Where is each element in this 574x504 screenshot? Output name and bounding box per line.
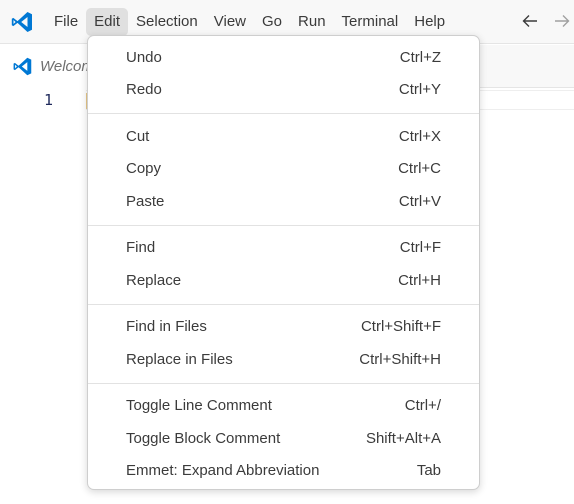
menu-item-find[interactable]: Find Ctrl+F [88, 232, 479, 265]
menu-item-copy[interactable]: Copy Ctrl+C [88, 153, 479, 186]
menu-item-label: Cut [126, 127, 150, 145]
menu-separator [88, 113, 479, 114]
vscode-logo-icon[interactable] [10, 10, 34, 34]
menu-item-shortcut: Ctrl+Shift+H [359, 350, 441, 368]
arrow-left-icon[interactable] [520, 11, 540, 31]
menu-item-label: Toggle Block Comment [126, 429, 281, 447]
arrow-right-icon[interactable] [552, 11, 572, 31]
menu-go[interactable]: Go [254, 8, 290, 36]
menu-help[interactable]: Help [406, 8, 453, 36]
menu-item-emmet-expand-abbreviation[interactable]: Emmet: Expand Abbreviation Tab [88, 455, 479, 488]
edit-menu-dropdown: Undo Ctrl+Z Redo Ctrl+Y Cut Ctrl+X Copy … [87, 35, 480, 490]
menu-item-label: Replace in Files [126, 350, 233, 368]
menu-separator [88, 303, 479, 305]
menu-item-find-in-files[interactable]: Find in Files Ctrl+Shift+F [88, 311, 479, 344]
menu-item-shortcut: Ctrl+Z [399, 48, 441, 66]
menu-item-label: Redo [126, 81, 162, 99]
menu-bar: File Edit Selection View Go Run Terminal… [46, 8, 453, 36]
menu-item-shortcut: Shift+Alt+A [365, 429, 441, 447]
menu-item-label: Emmet: Expand Abbreviation [126, 462, 320, 480]
menu-view[interactable]: View [206, 8, 254, 36]
menu-item-replace-in-files[interactable]: Replace in Files Ctrl+Shift+H [88, 343, 479, 376]
menu-item-shortcut: Ctrl+V [398, 192, 441, 210]
menu-item-shortcut: Ctrl+Shift+F [360, 318, 441, 336]
menu-item-replace[interactable]: Replace Ctrl+H [88, 264, 479, 297]
menu-item-cut[interactable]: Cut Ctrl+X [88, 120, 479, 153]
menu-item-label: Find in Files [126, 318, 207, 336]
menu-item-shortcut: Ctrl+C [398, 160, 441, 178]
menu-item-shortcut: Ctrl+H [398, 271, 441, 289]
menu-terminal[interactable]: Terminal [334, 8, 407, 36]
menu-file[interactable]: File [46, 8, 86, 36]
menu-edit[interactable]: Edit [86, 8, 129, 36]
menu-item-label: Undo [126, 48, 162, 66]
menu-item-shortcut: Ctrl+/ [404, 397, 441, 415]
menu-item-shortcut: Ctrl+X [398, 127, 441, 145]
menu-selection[interactable]: Selection [128, 8, 206, 36]
menu-item-undo[interactable]: Undo Ctrl+Z [88, 41, 479, 74]
menu-item-label: Toggle Line Comment [126, 397, 272, 415]
vscode-logo-icon [13, 57, 32, 76]
menu-item-label: Paste [126, 192, 165, 210]
menu-item-redo[interactable]: Redo Ctrl+Y [88, 74, 479, 107]
menu-item-shortcut: Ctrl+Y [398, 81, 441, 99]
menu-item-label: Copy [126, 160, 162, 178]
menu-item-shortcut: Tab [416, 462, 441, 480]
menu-item-toggle-block-comment[interactable]: Toggle Block Comment Shift+Alt+A [88, 422, 479, 455]
menu-item-shortcut: Ctrl+F [399, 239, 441, 257]
line-number: 1 [44, 91, 54, 109]
menu-item-label: Find [126, 239, 156, 257]
menu-item-paste[interactable]: Paste Ctrl+V [88, 185, 479, 218]
menu-run[interactable]: Run [290, 8, 334, 36]
menu-separator [88, 382, 479, 384]
menu-item-label: Replace [126, 271, 182, 289]
menu-item-toggle-line-comment[interactable]: Toggle Line Comment Ctrl+/ [88, 390, 479, 423]
menu-separator [88, 224, 479, 226]
